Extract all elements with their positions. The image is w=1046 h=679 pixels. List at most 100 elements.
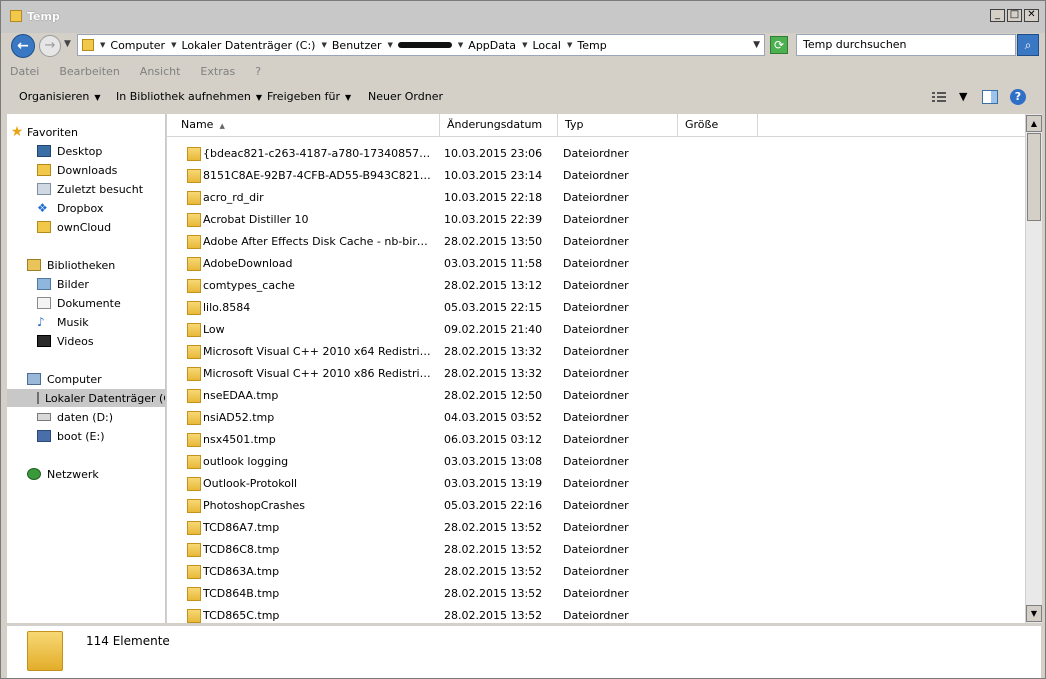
dropbox-icon: ❖: [37, 201, 48, 215]
table-row[interactable]: TCD865C.tmp 28.02.2015 13:52 Dateiordner: [167, 605, 1025, 623]
maximize-button[interactable]: □: [1007, 9, 1022, 22]
file-type: Dateiordner: [563, 367, 629, 380]
nav-desktop[interactable]: Desktop: [7, 142, 165, 160]
table-row[interactable]: PhotoshopCrashes 05.03.2015 22:16 Dateiord…: [167, 495, 1025, 517]
refresh-icon[interactable]: ⟳: [770, 36, 788, 54]
forward-arrow-icon[interactable]: →: [39, 35, 61, 57]
table-row[interactable]: comtypes_cache 28.02.2015 13:12 Dateiordne…: [167, 275, 1025, 297]
file-type: Dateiordner: [563, 433, 629, 446]
file-date: 05.03.2015 22:15: [444, 301, 543, 314]
preview-pane-icon[interactable]: [982, 90, 998, 104]
table-row[interactable]: Microsoft Visual C++ 2010 x86 Redistribu…: [167, 363, 1025, 385]
breadcrumb-item-local[interactable]: ▼ Local: [522, 39, 561, 52]
breadcrumb-item-drive-c[interactable]: ▼ Lokaler Datenträger (C:): [171, 39, 315, 52]
file-name: 8151C8AE-92B7-4CFB-AD55-B943C821D85F: [203, 169, 431, 182]
menu-item-help[interactable]: ?: [252, 63, 264, 83]
nav-favorites[interactable]: ★ Favoriten: [7, 123, 165, 141]
column-header-date[interactable]: Änderungsdatum: [440, 114, 558, 136]
share-button[interactable]: Freigeben für ▼: [267, 90, 351, 103]
table-row[interactable]: nsx4501.tmp 06.03.2015 03:12 Dateiordner: [167, 429, 1025, 451]
table-row[interactable]: 8151C8AE-92B7-4CFB-AD55-B943C821D85F 10.0…: [167, 165, 1025, 187]
back-arrow-icon[interactable]: ←: [11, 34, 35, 58]
table-row[interactable]: TCD863A.tmp 28.02.2015 13:52 Dateiordner: [167, 561, 1025, 583]
nav-dropbox[interactable]: ❖ Dropbox: [7, 199, 165, 217]
vertical-scrollbar[interactable]: ▲ ▼: [1025, 114, 1042, 623]
breadcrumb-item-redacted-user[interactable]: ▼: [388, 41, 452, 49]
nav-documents[interactable]: Dokumente: [7, 294, 165, 312]
breadcrumb[interactable]: ▼ Computer ▼ Lokaler Datenträger (C:) ▼ Ben…: [77, 34, 765, 56]
column-header-type[interactable]: Typ: [558, 114, 678, 136]
scroll-thumb[interactable]: [1027, 133, 1041, 221]
table-row[interactable]: Microsoft Visual C++ 2010 x64 Redistribu…: [167, 341, 1025, 363]
file-type: Dateiordner: [563, 587, 629, 600]
explorer-window: Temp _ □ ✕ ← → ▼ ▼ Computer ▼ Lokaler Date…: [0, 0, 1046, 679]
table-row[interactable]: TCD86A7.tmp 28.02.2015 13:52 Dateiordner: [167, 517, 1025, 539]
search-input[interactable]: Temp durchsuchen: [796, 34, 1016, 56]
minimize-button[interactable]: _: [990, 9, 1005, 22]
new-folder-button[interactable]: Neuer Ordner: [368, 90, 443, 103]
table-row[interactable]: AdobeDownload 03.03.2015 11:58 Dateiordner: [167, 253, 1025, 275]
menu-item-extras[interactable]: Extras: [197, 63, 238, 83]
scroll-up-arrow-icon[interactable]: ▲: [1026, 115, 1042, 132]
file-date: 03.03.2015 11:58: [444, 257, 543, 270]
search-icon[interactable]: ⌕: [1017, 34, 1039, 56]
file-name: TCD865C.tmp: [203, 609, 280, 622]
drive-icon: [37, 392, 39, 404]
nav-network[interactable]: Netzwerk: [7, 465, 165, 483]
menu-item-datei[interactable]: Datei: [7, 63, 42, 83]
breadcrumb-item-computer[interactable]: ▼ Computer: [100, 39, 165, 52]
table-row[interactable]: TCD864B.tmp 28.02.2015 13:52 Dateiordner: [167, 583, 1025, 605]
breadcrumb-item-users[interactable]: ▼ Benutzer: [321, 39, 381, 52]
nav-owncloud[interactable]: ownCloud: [7, 218, 165, 236]
table-row[interactable]: Adobe After Effects Disk Cache - nb-bird…: [167, 231, 1025, 253]
table-row[interactable]: TCD86C8.tmp 28.02.2015 13:52 Dateiordner: [167, 539, 1025, 561]
column-header-size[interactable]: Größe: [678, 114, 758, 136]
nav-drive-e[interactable]: boot (E:): [7, 427, 165, 445]
close-button[interactable]: ✕: [1024, 9, 1039, 22]
folder-icon: [10, 10, 22, 22]
table-row[interactable]: Acrobat Distiller 10 10.03.2015 22:39 Date…: [167, 209, 1025, 231]
table-row[interactable]: Low 09.02.2015 21:40 Dateiordner: [167, 319, 1025, 341]
scroll-down-arrow-icon[interactable]: ▼: [1026, 605, 1042, 622]
organize-button[interactable]: Organisieren ▼: [19, 90, 100, 103]
table-row[interactable]: {bdeac821-c263-4187-a780-173408573a4e} 10…: [167, 143, 1025, 165]
nav-computer[interactable]: Computer: [7, 370, 165, 388]
address-dropdown-icon[interactable]: ▼: [753, 40, 760, 50]
menu-item-bearbeiten[interactable]: Bearbeiten: [56, 63, 122, 83]
view-options-icon[interactable]: [931, 90, 947, 104]
history-dropdown-icon[interactable]: ▼: [64, 39, 71, 49]
nav-drive-d[interactable]: daten (D:): [7, 408, 165, 426]
nav-libraries[interactable]: Bibliotheken: [7, 256, 165, 274]
folder-icon: [187, 235, 201, 249]
include-library-button[interactable]: In Bibliothek aufnehmen ▼: [116, 90, 262, 103]
table-row[interactable]: nseEDAA.tmp 28.02.2015 12:50 Dateiordner: [167, 385, 1025, 407]
view-dropdown-icon[interactable]: ▼: [959, 90, 967, 103]
column-header-name[interactable]: Name ▲: [174, 114, 440, 136]
file-name: Outlook-Protokoll: [203, 477, 298, 490]
file-date: 10.03.2015 23:14: [444, 169, 543, 182]
nav-recent[interactable]: Zuletzt besucht: [7, 180, 165, 198]
help-icon[interactable]: ?: [1010, 89, 1026, 105]
file-name: TCD863A.tmp: [203, 565, 280, 578]
nav-music[interactable]: ♪ Musik: [7, 313, 165, 331]
nav-downloads[interactable]: Downloads: [7, 161, 165, 179]
nav-pictures[interactable]: Bilder: [7, 275, 165, 293]
file-type: Dateiordner: [563, 455, 629, 468]
breadcrumb-item-temp[interactable]: ▼ Temp: [567, 39, 607, 52]
table-row[interactable]: nsiAD52.tmp 04.03.2015 03:52 Dateiordner: [167, 407, 1025, 429]
folder-icon: [27, 631, 63, 671]
folder-icon: [187, 455, 201, 469]
table-row[interactable]: acro_rd_dir 10.03.2015 22:18 Dateiordner: [167, 187, 1025, 209]
file-date: 09.02.2015 21:40: [444, 323, 543, 336]
nav-videos[interactable]: Videos: [7, 332, 165, 350]
file-type: Dateiordner: [563, 169, 629, 182]
column-header: Name ▲ Änderungsdatum Typ Größe: [167, 114, 1025, 137]
table-row[interactable]: outlook logging 03.03.2015 13:08 Dateiordn…: [167, 451, 1025, 473]
folder-icon: [187, 169, 201, 183]
table-row[interactable]: Outlook-Protokoll 03.03.2015 13:19 Dateior…: [167, 473, 1025, 495]
breadcrumb-item-appdata[interactable]: ▼ AppData: [458, 39, 516, 52]
nav-drive-c[interactable]: Lokaler Datenträger (C: [7, 389, 165, 407]
table-row[interactable]: lilo.8584 05.03.2015 22:15 Dateiordner: [167, 297, 1025, 319]
menu-item-ansicht[interactable]: Ansicht: [137, 63, 184, 83]
folder-icon: [187, 609, 201, 623]
